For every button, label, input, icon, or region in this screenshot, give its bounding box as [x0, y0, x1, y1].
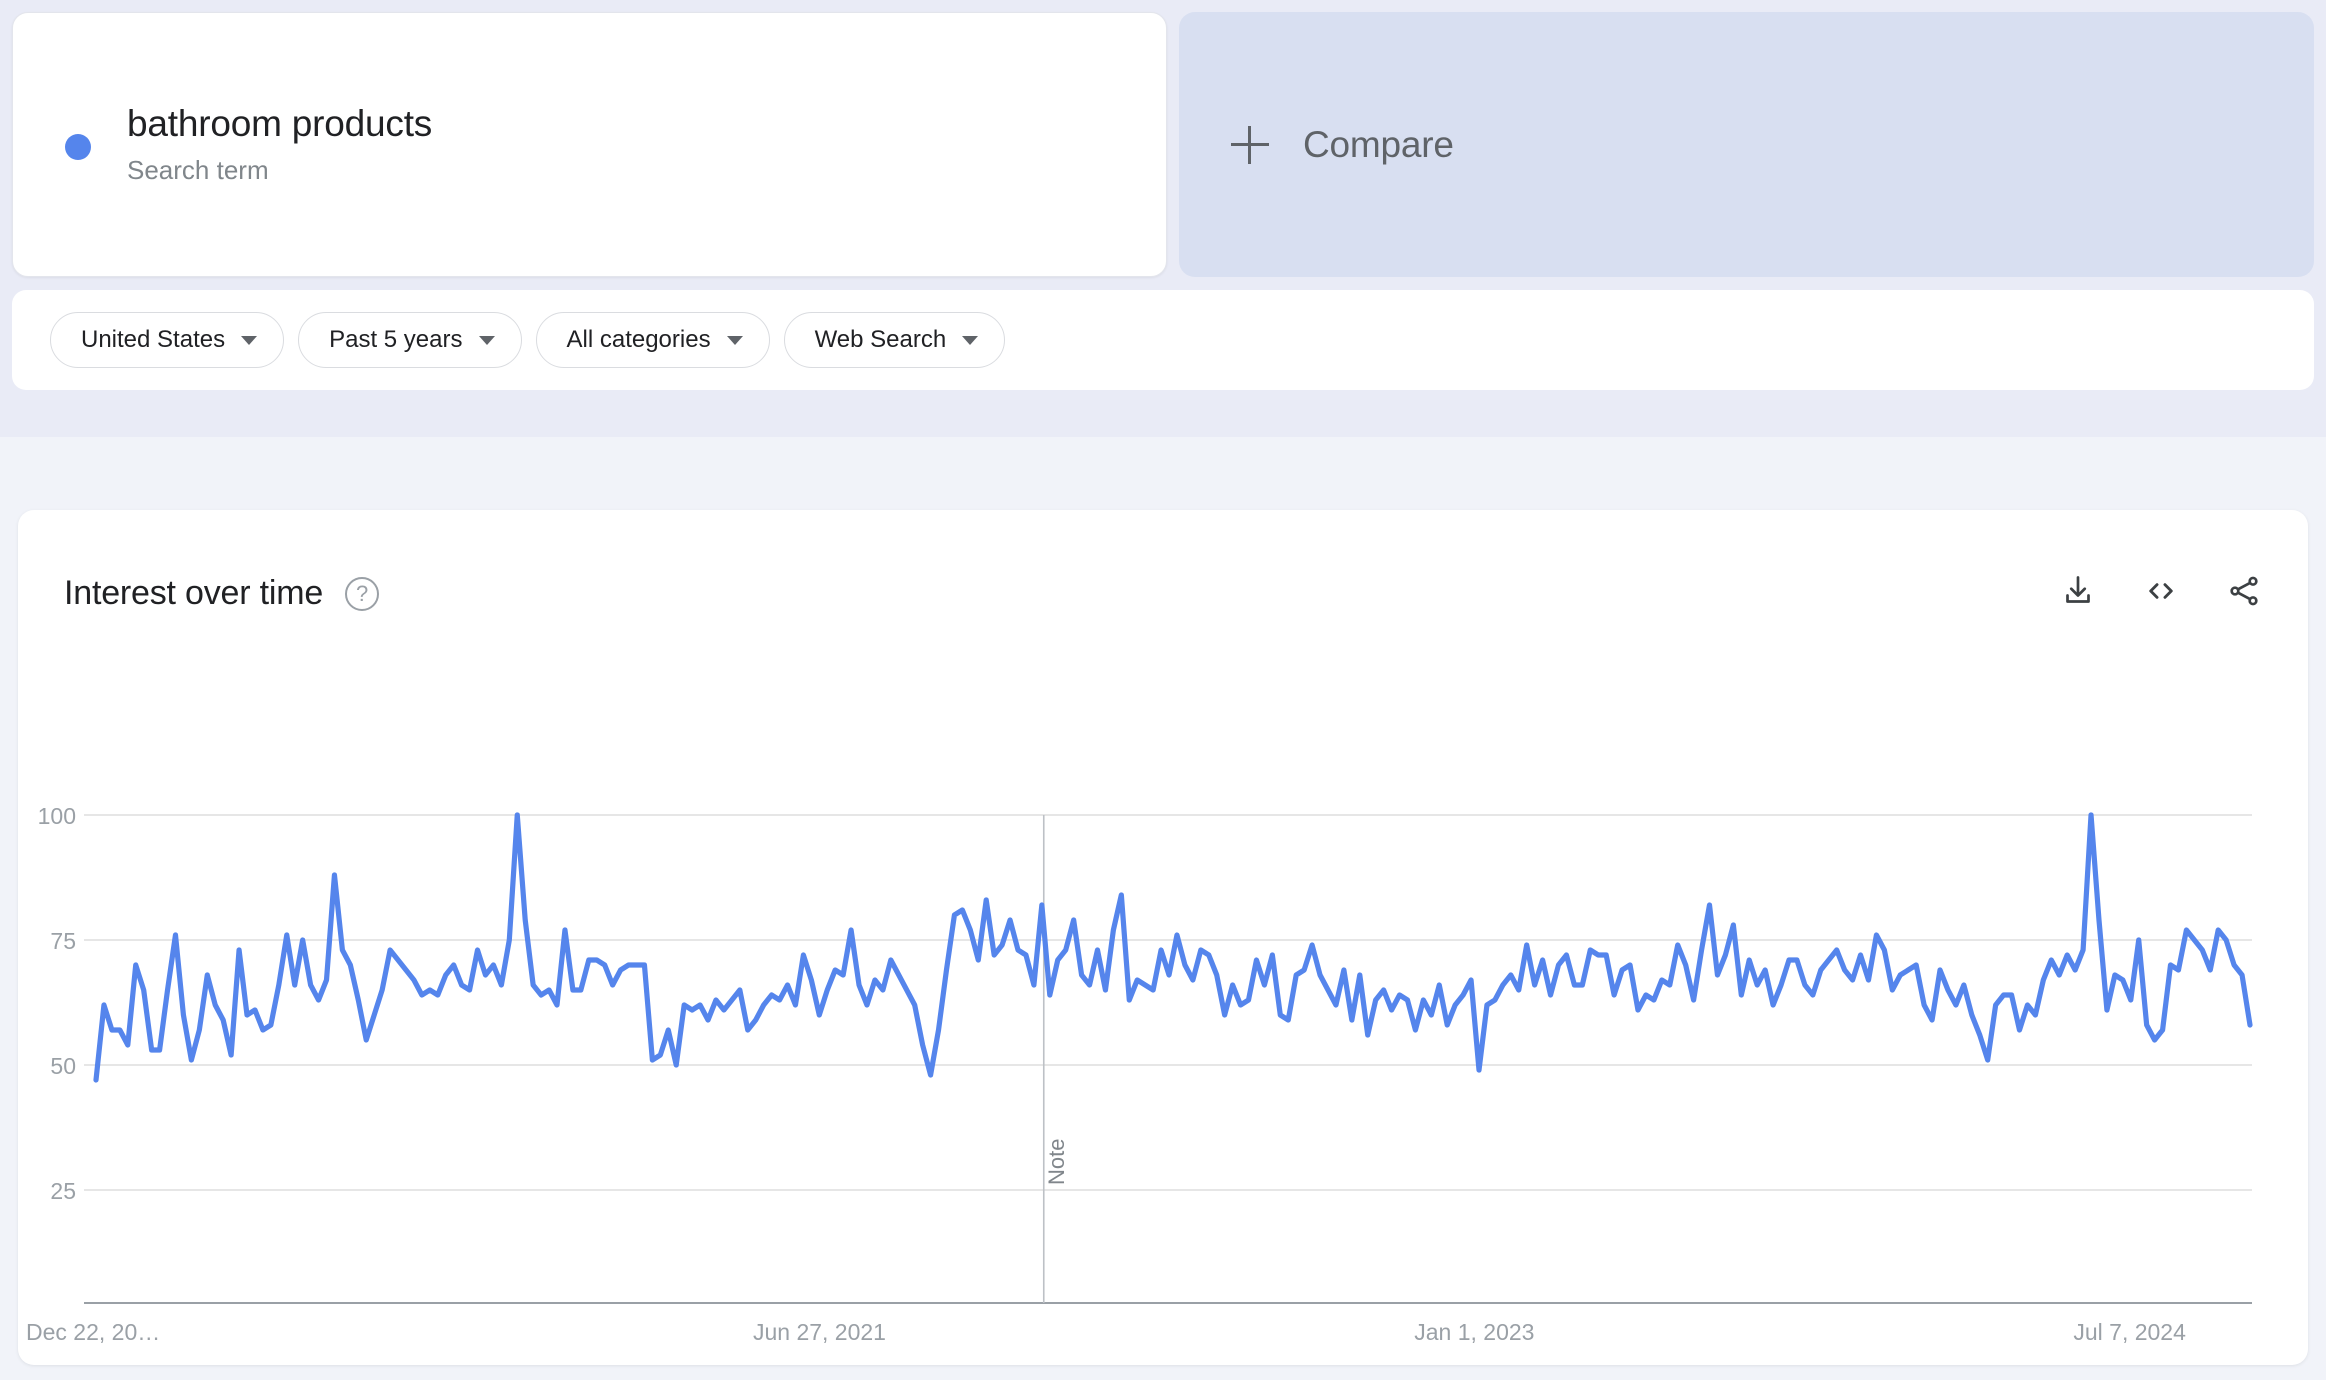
- search-type-filter-label: Web Search: [815, 326, 947, 354]
- location-filter-label: United States: [81, 326, 225, 354]
- x-axis-tick-label: Jun 27, 2021: [753, 1319, 886, 1345]
- chevron-down-icon: [241, 336, 257, 345]
- trend-line-chart[interactable]: 25 50 75 100 Dec 22, 20… Jun 27, 2021 Jan 1, 2…: [18, 510, 2308, 1365]
- query-term: bathroom products: [127, 103, 432, 146]
- interest-over-time-card: Interest over time ?: [18, 510, 2308, 1365]
- series-color-dot: [65, 134, 91, 160]
- x-axis-tick-label: Jul 7, 2024: [2073, 1319, 2186, 1345]
- query-row: bathroom products Search term Compare: [0, 0, 2326, 290]
- time-range-filter-label: Past 5 years: [329, 326, 462, 354]
- trend-line-path: [96, 815, 2250, 1080]
- compare-button[interactable]: Compare: [1179, 12, 2314, 277]
- y-axis-tick-label: 75: [50, 928, 76, 954]
- chevron-down-icon: [962, 336, 978, 345]
- trends-page: bathroom products Search term Compare Un…: [0, 0, 2326, 1380]
- category-filter[interactable]: All categories: [536, 312, 770, 368]
- note-annotation-label: Note: [1044, 1139, 1069, 1185]
- y-axis-tick-label: 25: [50, 1178, 76, 1204]
- query-type-label: Search term: [127, 156, 432, 186]
- chevron-down-icon: [727, 336, 743, 345]
- filter-bar: United States Past 5 years All categorie…: [12, 290, 2314, 390]
- chevron-down-icon: [479, 336, 495, 345]
- category-filter-label: All categories: [567, 326, 711, 354]
- compare-label: Compare: [1303, 124, 1454, 166]
- chart-plot-area: 25 50 75 100 Dec 22, 20… Jun 27, 2021 Jan 1, 2…: [18, 510, 2308, 1365]
- x-axis-tick-label: Dec 22, 20…: [26, 1319, 160, 1345]
- location-filter[interactable]: United States: [50, 312, 284, 368]
- y-axis-tick-label: 50: [50, 1053, 76, 1079]
- plus-icon: [1231, 126, 1269, 164]
- x-axis-tick-label: Jan 1, 2023: [1414, 1319, 1534, 1345]
- query-card[interactable]: bathroom products Search term: [12, 12, 1167, 277]
- time-range-filter[interactable]: Past 5 years: [298, 312, 521, 368]
- y-axis-tick-label: 100: [38, 803, 76, 829]
- search-type-filter[interactable]: Web Search: [784, 312, 1006, 368]
- query-text: bathroom products Search term: [127, 103, 432, 185]
